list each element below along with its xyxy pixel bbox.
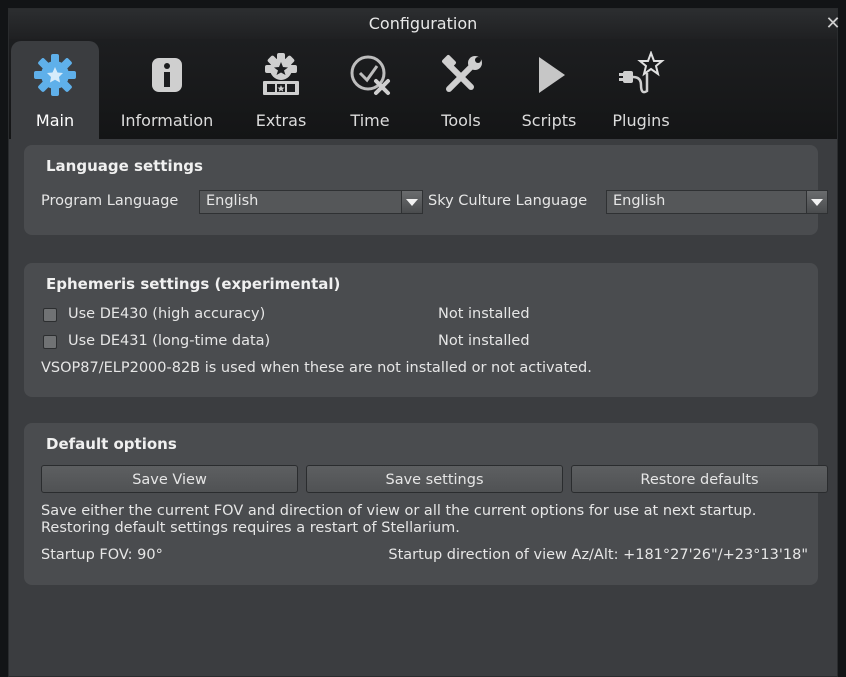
clock-icon [350,55,390,95]
sky-culture-language-value: English [613,193,666,209]
tools-icon [442,55,482,92]
tab-information[interactable]: Information [107,41,227,139]
tab-main-label: Main [35,111,75,130]
save-settings-button[interactable]: Save settings [306,465,563,493]
tab-time-label: Time [350,111,390,130]
language-settings-title: Language settings [46,157,203,175]
startup-direction: Startup direction of view Az/Alt: +181°2… [388,547,808,563]
de431-checkbox[interactable] [43,335,57,349]
de430-status: Not installed [438,306,530,322]
sky-culture-language-label: Sky Culture Language [428,193,588,209]
de430-label: Use DE430 (high accuracy) [68,306,266,322]
tab-tools[interactable]: Tools [419,41,503,139]
tab-scripts-label: Scripts [521,111,577,130]
configuration-window: Configuration ✕ Main Information Extras … [8,8,841,677]
extras-gear-icon [263,53,299,95]
gear-icon [34,54,76,96]
titlebar: Configuration ✕ [9,9,841,39]
chevron-down-icon[interactable] [401,191,422,213]
tab-bar: Main Information Extras Time Tools Scrip… [9,39,837,139]
program-language-select[interactable]: English [199,190,423,214]
sky-culture-language-select[interactable]: English [606,190,828,214]
default-options-group: Default options Save View Save settings … [24,423,828,585]
tab-tools-label: Tools [441,111,481,130]
restore-defaults-button[interactable]: Restore defaults [571,465,828,493]
ephemeris-settings-group: Ephemeris settings (experimental) Use DE… [24,263,818,397]
ephemeris-note: VSOP87/ELP2000-82B is used when these ar… [41,360,592,376]
default-options-title: Default options [46,435,177,453]
save-view-button[interactable]: Save View [41,465,298,493]
defaults-description-line2: Restoring default settings requires a re… [41,520,460,536]
ephemeris-settings-title: Ephemeris settings (experimental) [46,275,341,293]
tab-plugins[interactable]: Plugins [601,41,681,139]
program-language-label: Program Language [41,193,179,209]
startup-fov: Startup FOV: 90° [41,547,163,563]
tab-information-label: Information [120,111,214,130]
tab-time[interactable]: Time [329,41,411,139]
close-icon[interactable]: ✕ [823,9,843,39]
tab-extras[interactable]: Extras [237,41,325,139]
tab-scripts[interactable]: Scripts [507,41,591,139]
window-title: Configuration [368,14,478,33]
de431-status: Not installed [438,333,530,349]
tab-extras-label: Extras [255,111,307,130]
chevron-down-icon[interactable] [806,191,827,213]
defaults-description-line1: Save either the current FOV and directio… [41,503,757,519]
program-language-value: English [206,193,259,209]
language-settings-group: Language settings Program Language Engli… [24,145,828,235]
de430-checkbox[interactable] [43,308,57,322]
tab-plugins-label: Plugins [612,111,670,130]
plugin-icon [619,51,665,94]
info-icon [152,58,182,92]
tab-main[interactable]: Main [11,41,99,139]
play-icon [539,57,565,93]
de431-label: Use DE431 (long-time data) [68,333,271,349]
